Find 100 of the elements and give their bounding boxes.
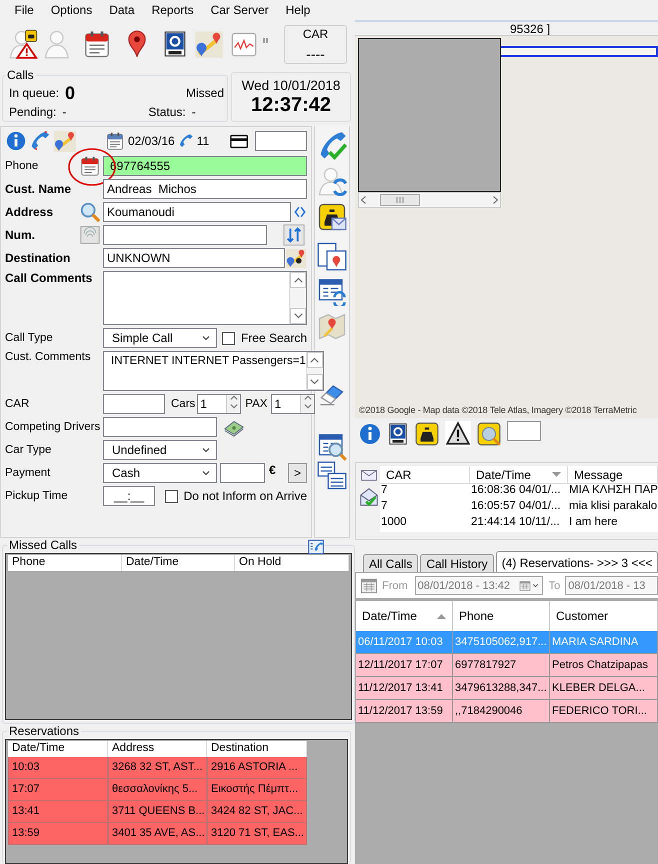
customer-name-label: Cust. Name <box>5 182 72 196</box>
car-value: ---- <box>306 46 325 62</box>
menu-item[interactable]: Reports <box>143 1 202 19</box>
map-route-icon[interactable] <box>193 29 225 59</box>
pending-value: - <box>62 104 66 118</box>
cars-spinner[interactable]: 1 <box>197 394 242 414</box>
mail-check-icon[interactable] <box>358 486 380 508</box>
menu-item[interactable]: Help <box>277 1 319 19</box>
competing-drivers-field[interactable] <box>103 417 217 437</box>
calendar-icon[interactable] <box>105 130 125 152</box>
table-cell: 16:05:57 04/01/... <box>470 500 568 516</box>
tab[interactable]: Call History <box>420 554 494 572</box>
pax-spinner[interactable]: 1 <box>271 394 316 414</box>
tab[interactable]: All Calls <box>363 554 418 572</box>
column-header[interactable]: Date/Time <box>356 601 453 631</box>
fingerprint-button[interactable] <box>79 225 101 245</box>
do-not-inform-checkbox[interactable]: Do not Inform on Arrive <box>164 489 307 503</box>
taxi-mail-icon[interactable] <box>317 201 347 233</box>
call-count: 11 <box>196 134 210 148</box>
map-icon[interactable] <box>317 311 347 341</box>
table-cell: 3424 82 ST, JAC... <box>207 801 307 823</box>
currency-symbol: € <box>269 463 276 477</box>
destination-label: Destination <box>5 251 72 265</box>
number-field[interactable] <box>103 225 267 245</box>
list-icon[interactable] <box>317 461 347 491</box>
column-header[interactable]: Date/Time <box>470 466 568 484</box>
search-icon[interactable] <box>79 201 101 223</box>
warning-icon[interactable] <box>445 421 471 447</box>
menu-item[interactable]: Data <box>100 1 144 19</box>
taxi-search-icon[interactable] <box>476 421 502 447</box>
table-cell[interactable]: KLEBER DELGA... <box>550 677 658 700</box>
column-header[interactable]: Phone <box>453 601 550 631</box>
table-cell: 2916 ASTORIA ... <box>207 757 307 779</box>
table-cell[interactable]: 11/12/2017 13:59 <box>356 700 453 723</box>
scrollbar[interactable] <box>358 192 501 208</box>
car-type-dropdown[interactable]: Undefined <box>103 440 217 460</box>
phone-icon[interactable] <box>29 130 51 152</box>
person-sync-icon[interactable] <box>317 166 347 196</box>
table-cell: 7 <box>380 500 470 516</box>
menu-item[interactable]: Car Server <box>202 1 278 19</box>
column-header[interactable]: Date/Time <box>8 741 108 757</box>
scrollbar[interactable] <box>289 272 306 324</box>
group-title: Calls <box>6 68 35 82</box>
cust-comments-field[interactable]: INTERNET INTERNET Passengers=1 <box>103 351 324 391</box>
call-list-icon[interactable] <box>307 539 325 555</box>
info-icon[interactable] <box>5 130 27 152</box>
cust-comments-label: Cust. Comments <box>5 351 92 363</box>
payment-dropdown[interactable]: Cash <box>103 463 217 483</box>
free-search-checkbox[interactable]: Free Search <box>222 331 307 345</box>
menu-item[interactable]: File <box>6 1 42 19</box>
table-cell[interactable]: 6977817927 <box>453 654 550 677</box>
person-warning-icon[interactable] <box>8 28 38 60</box>
column-header[interactable]: Address <box>108 741 207 757</box>
card-field[interactable] <box>255 131 307 151</box>
table-cell[interactable]: ,,7184290046 <box>453 700 550 723</box>
pickup-time-field[interactable]: __:__ <box>103 486 155 506</box>
sort-button[interactable] <box>281 224 307 246</box>
table-cell[interactable]: 3479613288,347... <box>453 677 550 700</box>
search-window-icon[interactable] <box>317 431 347 461</box>
tab[interactable]: (4) Reservations- >>> 3 <<< <box>496 551 658 572</box>
phone-label: Phone <box>5 160 40 172</box>
column-header[interactable]: CAR <box>380 466 470 484</box>
calendar-icon[interactable] <box>79 155 101 177</box>
table-cell: θεσσαλονίκης 5... <box>108 779 207 801</box>
group-title: Reservations <box>8 724 80 738</box>
taxi-icon[interactable] <box>414 421 440 447</box>
list-sync-icon[interactable] <box>317 276 347 306</box>
status-value: - <box>192 104 196 118</box>
address-label: Address <box>5 205 54 219</box>
group-title: Missed Calls <box>8 538 78 552</box>
calendar-icon[interactable] <box>82 29 112 59</box>
call-comments-field[interactable] <box>103 271 307 325</box>
table-cell: 16:08:36 04/01/... <box>470 484 568 500</box>
table-cell[interactable]: FEDERICO TORI... <box>550 700 658 723</box>
table-cell: ΜΙΑ ΚΛΗΣΗ ΠΑΡ <box>568 484 658 500</box>
car-field[interactable] <box>103 394 165 414</box>
info-icon[interactable] <box>358 422 382 446</box>
number-label: Num. <box>5 228 36 242</box>
table-cell[interactable]: 12/11/2017 17:07 <box>356 654 453 677</box>
amount-field[interactable] <box>220 463 265 483</box>
map-view[interactable]: ©2018 Google - Map data ©2018 Tele Atlas, Imagery ©2018 TerraMetric <box>355 35 658 418</box>
customer-name-field[interactable]: Andreas Michos <box>103 179 307 199</box>
table-cell[interactable]: 11/12/2017 13:41 <box>356 677 453 700</box>
input-field[interactable] <box>507 421 541 441</box>
column-header[interactable]: Customer <box>550 601 658 631</box>
scrollbar[interactable] <box>306 352 323 390</box>
car-label: CAR <box>5 398 30 410</box>
map-route-icon[interactable] <box>53 129 77 153</box>
map-document-icon[interactable] <box>317 241 347 271</box>
map-query-icon[interactable] <box>285 247 307 269</box>
go-button[interactable]: > <box>288 463 307 483</box>
column-header[interactable]: Destination <box>207 741 307 757</box>
table-cell: 13:59 <box>8 823 108 845</box>
destination-field[interactable]: UNKNOWN <box>103 248 285 268</box>
column-header[interactable]: Message <box>568 466 658 484</box>
call-type-dropdown[interactable]: Simple Call <box>103 328 217 348</box>
menu-item[interactable]: Options <box>42 1 101 19</box>
address-field[interactable]: Koumanoudi <box>103 202 291 222</box>
table-cell[interactable]: Petros Chatzipapas <box>550 654 658 677</box>
taxi-parking-icon[interactable] <box>387 421 409 447</box>
